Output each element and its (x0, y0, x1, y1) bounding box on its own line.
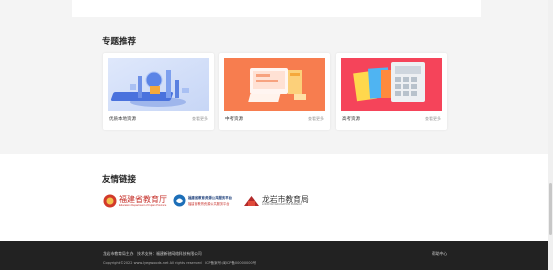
topic-card-gaokao[interactable]: 高考资源 查看更多 (336, 53, 447, 130)
scrollbar-thumb[interactable] (549, 183, 552, 235)
local-resources-image (108, 58, 209, 111)
footer-sponsor-text: 龙岩市教育局主办 技术支持：福建新驰网络科技有限公司 (103, 251, 202, 256)
topic-card-label: 优质本地资源 (109, 117, 136, 122)
topic-section-title: 专题推荐 (102, 37, 137, 47)
bureau-logo-icon (244, 196, 259, 206)
platform-logo-icon (173, 194, 186, 207)
zhongkao-resources-image (224, 58, 325, 111)
help-center-link[interactable]: 帮助中心 (432, 251, 447, 257)
view-more-link[interactable]: 查看更多 (425, 116, 441, 122)
link-subtitle: Education Department of Fujian Province (119, 204, 167, 207)
page-footer: 龙岩市教育局主办 技术支持：福建新驰网络科技有限公司 Copyright©202… (0, 241, 548, 270)
footer-copyright-text: Copyright©2022 www.lyegwoods.net All rig… (103, 261, 257, 265)
fujian-education-dept-link[interactable]: 福建省教育厅 Education Department of Fujian Pr… (103, 193, 169, 209)
emblem-icon (103, 194, 117, 208)
topic-section: 专题推荐 优质本地资源 查看更多 中考资源 查看更多 高考资源 查看更多 (0, 17, 548, 154)
friend-links-title: 友情链接 (102, 175, 137, 185)
longyan-education-bureau-link[interactable]: 龙岩市教育局 LONGYAN EDUCATION BUREAU (243, 193, 313, 209)
top-content-strip (72, 0, 481, 17)
link-subtitle: 福建省教育资源公共服务平台 (188, 202, 230, 206)
topic-card-label: 中考资源 (225, 117, 243, 122)
view-more-link[interactable]: 查看更多 (192, 116, 208, 122)
gaokao-resources-image (341, 58, 442, 111)
link-title: 福建省教育资源公共服务平台 (188, 196, 233, 200)
link-subtitle: LONGYAN EDUCATION BUREAU (262, 203, 302, 206)
page-scrollbar[interactable] (548, 0, 553, 270)
fujian-edu-platform-link[interactable]: 福建省教育资源公共服务平台 福建省教育资源公共服务平台 (173, 193, 239, 209)
view-more-link[interactable]: 查看更多 (308, 116, 324, 122)
topic-card-zhongkao[interactable]: 中考资源 查看更多 (219, 53, 330, 130)
topic-card-label: 高考资源 (342, 117, 360, 122)
topic-card-local[interactable]: 优质本地资源 查看更多 (103, 53, 214, 130)
